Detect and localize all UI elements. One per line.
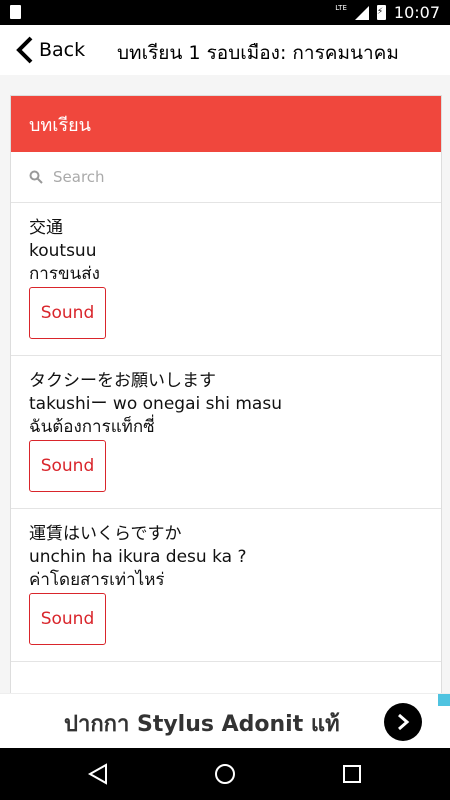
content-area: บทเรียน 交通 koutsuu การขนส่ง Sound タクシーをお… (0, 75, 450, 693)
card-header: บทเรียน (11, 96, 441, 152)
back-nav-icon[interactable] (86, 762, 110, 786)
status-bar: LTE 10:07 (0, 0, 450, 25)
thai-text: ค่าโดยสารเท่าไหร่ (29, 570, 165, 590)
ad-info-icon[interactable] (438, 694, 450, 706)
signal-icon (354, 5, 369, 20)
lesson-card: บทเรียน 交通 koutsuu การขนส่ง Sound タクシーをお… (10, 95, 442, 693)
romaji-text: takushiー wo onegai shi masu (29, 394, 282, 414)
app-bar: Back บทเรียน 1 รอบเมือง: การคมนาคม (0, 25, 450, 76)
romaji-text: unchin ha ikura desu ka ? (29, 547, 247, 567)
page-title: บทเรียน 1 รอบเมือง: การคมนาคม (117, 42, 399, 64)
battery-icon (376, 5, 386, 20)
romaji-text: koutsuu (29, 241, 97, 261)
sd-card-icon (10, 5, 21, 19)
navigation-bar (0, 748, 450, 800)
ad-open-button[interactable] (384, 703, 422, 741)
japanese-text: 交通 (29, 218, 63, 238)
list-item: 運賃はいくらですか unchin ha ikura desu ka ? ค่าโ… (11, 509, 441, 662)
sound-button[interactable]: Sound (29, 440, 106, 492)
clock: 10:07 (393, 3, 440, 22)
back-label: Back (39, 39, 86, 61)
back-button[interactable]: Back (15, 35, 85, 65)
ad-text: ปากกา Stylus Adonit แท้ (64, 712, 340, 737)
list-item: 交通 koutsuu การขนส่ง Sound (11, 203, 441, 356)
japanese-text: タクシーをお願いします (29, 371, 216, 391)
home-nav-icon[interactable] (213, 762, 237, 786)
ad-banner[interactable]: ปากกา Stylus Adonit แท้ (0, 693, 450, 749)
thai-text: การขนส่ง (29, 264, 100, 284)
search-input[interactable] (51, 167, 375, 187)
search-icon (29, 170, 43, 184)
recents-nav-icon[interactable] (340, 762, 364, 786)
thai-text: ฉันต้องการแท็กซี่ (29, 417, 155, 437)
japanese-text: 運賃はいくらですか (29, 524, 182, 544)
chevron-right-icon (398, 713, 410, 731)
network-type: LTE (335, 3, 347, 12)
chevron-left-icon (16, 36, 33, 64)
sound-button[interactable]: Sound (29, 593, 106, 645)
search-bar (11, 152, 441, 203)
list-item: タクシーをお願いします takushiー wo onegai shi masu … (11, 356, 441, 509)
sound-button[interactable]: Sound (29, 287, 106, 339)
